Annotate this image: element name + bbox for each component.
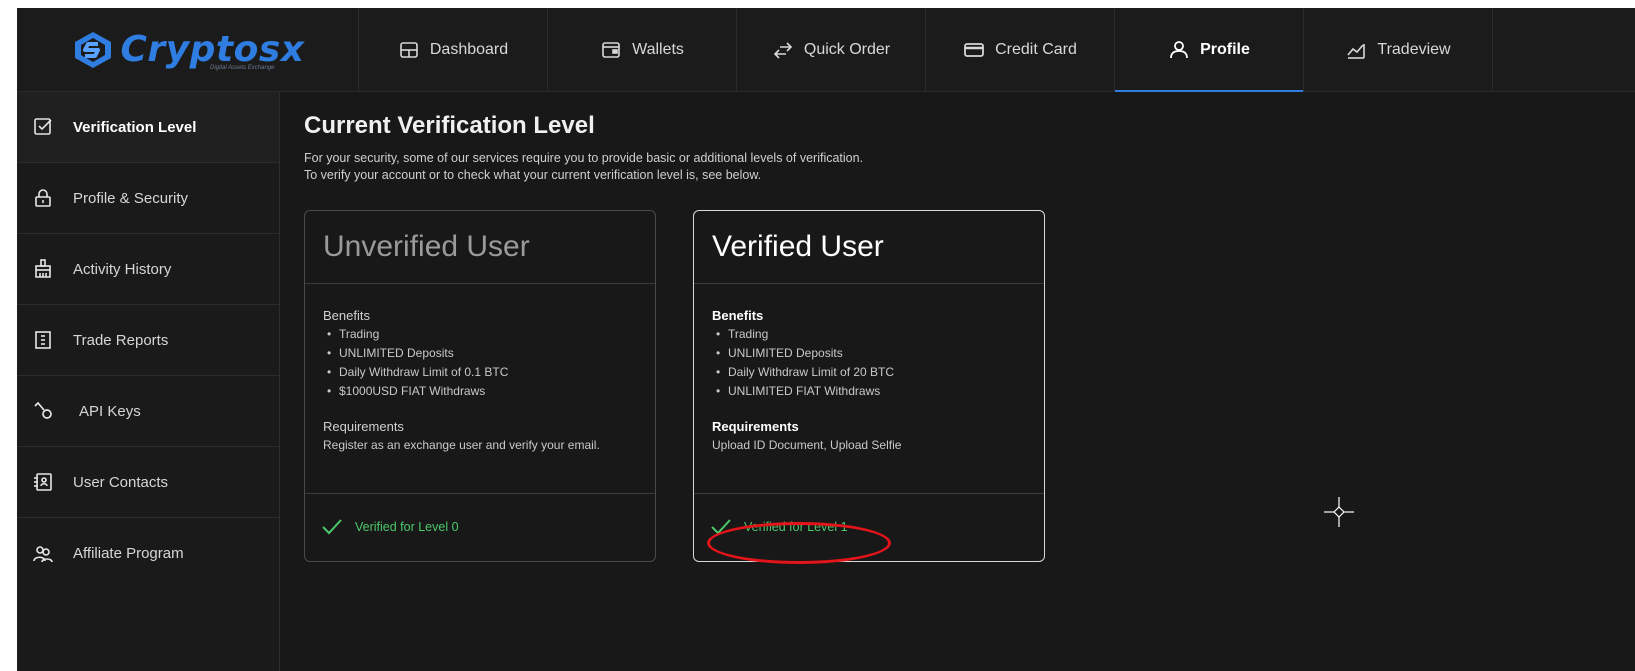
sidebar-item-label: Affiliate Program [73, 545, 184, 562]
benefits-title: Benefits [712, 308, 764, 323]
sidebar-item-activity-history[interactable]: Activity History [17, 234, 279, 305]
checkbox-icon [34, 118, 52, 135]
sidebar-item-label: Trade Reports [73, 331, 169, 349]
description-line: To verify your account or to check what … [304, 168, 762, 182]
list-item: Daily Withdraw Limit of 0.1 BTC [327, 363, 637, 382]
page-description: For your security, some of our services … [304, 150, 1404, 184]
lock-icon [35, 189, 51, 207]
requirements-title: Requirements [712, 419, 799, 434]
main-content: Current Verification Level For your secu… [304, 112, 1404, 564]
broom-icon [35, 259, 51, 278]
requirements-text: Upload ID Document, Upload Selfie [712, 438, 902, 452]
verification-status: Verified for Level 1 [694, 494, 1044, 560]
chart-line-icon [1347, 43, 1366, 59]
card-title: Verified User [694, 211, 1044, 284]
sidebar-item-verification-level[interactable]: Verification Level [17, 92, 279, 163]
user-icon [1170, 40, 1188, 58]
sidebar-item-label: Verification Level [73, 118, 197, 136]
list-item: UNLIMITED Deposits [716, 344, 1026, 363]
sidebar-item-api-keys[interactable]: API Keys [17, 376, 279, 447]
checkmark-icon [711, 519, 731, 535]
nav-empty-space [1493, 8, 1635, 91]
benefits-list: Trading UNLIMITED Deposits Daily Withdra… [712, 325, 1026, 401]
contacts-icon [34, 473, 52, 491]
requirements-section: Requirements Register as an exchange use… [323, 417, 637, 454]
sidebar-item-label: Activity History [73, 260, 172, 278]
list-item: UNLIMITED Deposits [327, 344, 637, 363]
tab-dashboard[interactable]: Dashboard [359, 8, 548, 91]
cryptosx-logo-icon [74, 31, 111, 68]
unverified-user-card: Unverified User Benefits Trading UNLIMIT… [304, 210, 656, 562]
card-body: Benefits Trading UNLIMITED Deposits Dail… [305, 284, 655, 494]
swap-arrows-icon [773, 41, 793, 59]
verification-status: Verified for Level 0 [305, 494, 655, 560]
list-item: Daily Withdraw Limit of 20 BTC [716, 363, 1026, 382]
status-text: Verified for Level 0 [355, 520, 459, 534]
description-line: For your security, some of our services … [304, 151, 864, 165]
app-window: Cryptosx Digital Assets Exchange Dashboa… [17, 8, 1635, 671]
tab-profile[interactable]: Profile [1115, 8, 1304, 92]
sidebar-item-trade-reports[interactable]: Trade Reports [17, 305, 279, 376]
sidebar-item-label: User Contacts [73, 473, 169, 491]
list-item: $1000USD FIAT Withdraws [327, 382, 637, 401]
sidebar-item-label: Profile & Security [73, 189, 189, 207]
top-navigation: Cryptosx Digital Assets Exchange Dashboa… [17, 8, 1635, 92]
requirements-section: Requirements Upload ID Document, Upload … [712, 417, 1026, 454]
tab-quick-order[interactable]: Quick Order [737, 8, 926, 91]
status-text: Verified for Level 1 [744, 520, 848, 534]
brand-name: Cryptosx [120, 29, 305, 70]
list-item: UNLIMITED FIAT Withdraws [716, 382, 1026, 401]
key-icon [34, 401, 52, 419]
page-title: Current Verification Level [304, 112, 595, 139]
list-item: Trading [327, 325, 637, 344]
wallet-icon [602, 41, 620, 58]
crosshair-cursor-icon [1324, 497, 1354, 527]
benefits-list: Trading UNLIMITED Deposits Daily Withdra… [323, 325, 637, 401]
requirements-text: Register as an exchange user and verify … [323, 438, 600, 452]
checkmark-icon [322, 519, 342, 535]
tab-label: Dashboard [429, 40, 509, 58]
sidebar: Verification Level Profile & Security Ac… [17, 92, 280, 671]
brand-logo[interactable]: Cryptosx Digital Assets Exchange [17, 8, 359, 91]
sidebar-item-affiliate-program[interactable]: Affiliate Program [17, 518, 279, 589]
tab-label: Quick Order [803, 40, 891, 58]
requirements-title: Requirements [323, 419, 404, 434]
tab-wallets[interactable]: Wallets [548, 8, 737, 91]
sidebar-item-profile-security[interactable]: Profile & Security [17, 163, 279, 234]
dashboard-icon [400, 41, 418, 58]
list-item: Trading [716, 325, 1026, 344]
benefits-title: Benefits [323, 308, 370, 323]
affiliate-users-icon [33, 545, 53, 562]
sidebar-item-user-contacts[interactable]: User Contacts [17, 447, 279, 518]
brand-tagline: Digital Assets Exchange [210, 65, 275, 71]
tab-credit-card[interactable]: Credit Card [926, 8, 1115, 91]
card-body: Benefits Trading UNLIMITED Deposits Dail… [694, 284, 1044, 494]
tab-label: Tradeview [1377, 40, 1451, 58]
sidebar-item-label: API Keys [79, 402, 141, 420]
tab-tradeview[interactable]: Tradeview [1304, 8, 1493, 91]
report-list-icon [35, 331, 51, 349]
verified-user-card: Verified User Benefits Trading UNLIMITED… [693, 210, 1045, 562]
tab-label: Profile [1200, 40, 1250, 58]
card-title: Unverified User [305, 211, 655, 284]
credit-card-icon [964, 42, 984, 57]
tab-label: Wallets [632, 40, 684, 58]
tab-label: Credit Card [995, 40, 1077, 58]
